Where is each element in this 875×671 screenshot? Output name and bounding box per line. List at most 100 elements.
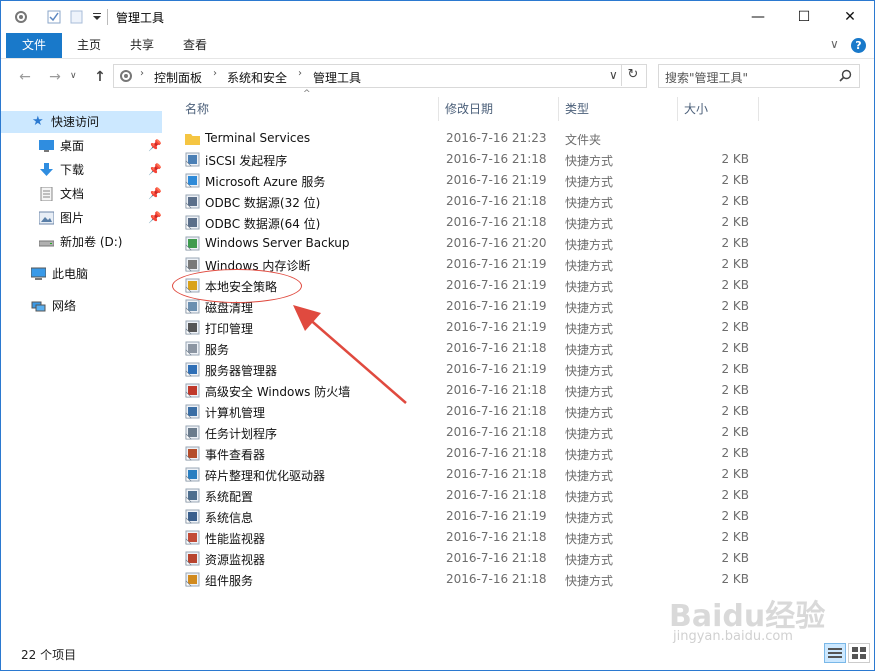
column-header-date[interactable]: 修改日期 (445, 97, 493, 121)
search-input[interactable]: 搜索"管理工具" (658, 64, 860, 88)
tab-share[interactable]: 共享 (122, 33, 162, 58)
back-icon[interactable]: ← (15, 68, 35, 86)
close-button[interactable]: ✕ (827, 1, 873, 33)
file-type: 快捷方式 (565, 238, 614, 252)
table-row[interactable]: 事件查看器 2016-7-16 21:18 快捷方式 2 KB (180, 443, 761, 464)
pin-icon[interactable]: 📌 (148, 159, 162, 181)
file-size: 2 KB (721, 467, 749, 481)
file-date: 2016-7-16 21:19 (446, 320, 547, 334)
nav-network[interactable]: 网络 (1, 295, 162, 317)
table-row[interactable]: Terminal Services 2016-7-16 21:23 文件夹 (180, 128, 761, 149)
pin-icon[interactable]: 📌 (148, 207, 162, 229)
file-type: 快捷方式 (565, 196, 614, 210)
help-icon[interactable]: ? (851, 38, 866, 53)
table-row[interactable]: 碎片整理和优化驱动器 2016-7-16 21:18 快捷方式 2 KB (180, 464, 761, 485)
file-type: 快捷方式 (565, 322, 614, 336)
file-name: 打印管理 (205, 322, 254, 336)
qat-dropdown-icon[interactable] (89, 9, 105, 25)
table-row[interactable]: ODBC 数据源(32 位) 2016-7-16 21:18 快捷方式 2 KB (180, 191, 761, 212)
column-header-size[interactable]: 大小 (684, 97, 708, 121)
large-icons-view-button[interactable] (848, 643, 870, 663)
file-size: 2 KB (721, 173, 749, 187)
breadcrumb-separator[interactable]: › (298, 68, 302, 79)
file-type: 快捷方式 (565, 469, 614, 483)
file-size: 2 KB (721, 257, 749, 271)
table-row[interactable]: 高级安全 Windows 防火墙 2016-7-16 21:18 快捷方式 2 KB (180, 380, 761, 401)
table-row[interactable]: 计算机管理 2016-7-16 21:18 快捷方式 2 KB (180, 401, 761, 422)
file-size: 2 KB (721, 572, 749, 586)
forward-icon[interactable]: → (45, 68, 65, 86)
table-row[interactable]: 打印管理 2016-7-16 21:19 快捷方式 2 KB (180, 317, 761, 338)
pin-icon[interactable]: 📌 (148, 183, 162, 205)
maximize-button[interactable]: ☐ (781, 1, 827, 33)
column-divider[interactable] (677, 97, 678, 121)
table-row[interactable]: 系统配置 2016-7-16 21:18 快捷方式 2 KB (180, 485, 761, 506)
file-size: 2 KB (721, 383, 749, 397)
tab-file[interactable]: 文件 (6, 33, 62, 58)
table-row[interactable]: 服务器管理器 2016-7-16 21:19 快捷方式 2 KB (180, 359, 761, 380)
file-date: 2016-7-16 21:19 (446, 278, 547, 292)
task-scheduler-icon (185, 425, 200, 440)
item-count: 22 个项目 (21, 648, 77, 662)
up-icon[interactable]: ↑ (90, 68, 110, 86)
nav-item-drive-d[interactable]: 新加卷 (D:) (1, 231, 162, 253)
minimize-button[interactable]: — (735, 1, 781, 33)
recent-dropdown-icon[interactable]: ∨ (70, 71, 77, 81)
nav-item-downloads[interactable]: 下载 📌 (1, 159, 162, 181)
nav-this-pc[interactable]: 此电脑 (1, 263, 162, 285)
file-type: 快捷方式 (565, 364, 614, 378)
breadcrumb-admin-tools[interactable]: 管理工具 (313, 69, 361, 86)
table-row[interactable]: 组件服务 2016-7-16 21:18 快捷方式 2 KB (180, 569, 761, 590)
column-header-name[interactable]: 名称 (185, 97, 209, 121)
file-date: 2016-7-16 21:19 (446, 173, 547, 187)
table-row[interactable]: 服务 2016-7-16 21:18 快捷方式 2 KB (180, 338, 761, 359)
file-type: 快捷方式 (565, 532, 614, 546)
details-view-button[interactable] (824, 643, 846, 663)
refresh-button[interactable]: ↻ (621, 64, 644, 86)
nav-quick-access[interactable]: ★ 快速访问 (1, 111, 162, 133)
search-icon[interactable] (839, 69, 852, 82)
table-row[interactable]: Microsoft Azure 服务 2016-7-16 21:19 快捷方式 2 K… (180, 170, 761, 191)
nav-item-label: 图片 (60, 211, 85, 225)
nav-item-pictures[interactable]: 图片 📌 (1, 207, 162, 229)
table-row[interactable]: 资源监视器 2016-7-16 21:18 快捷方式 2 KB (180, 548, 761, 569)
file-date: 2016-7-16 21:18 (446, 446, 547, 460)
new-folder-icon[interactable] (69, 9, 85, 25)
file-type: 快捷方式 (565, 217, 614, 231)
column-divider[interactable] (758, 97, 759, 121)
file-date: 2016-7-16 21:19 (446, 299, 547, 313)
table-row[interactable]: iSCSI 发起程序 2016-7-16 21:18 快捷方式 2 KB (180, 149, 761, 170)
checkbox-icon[interactable] (46, 9, 62, 25)
file-type: 快捷方式 (565, 259, 614, 273)
file-size: 2 KB (721, 152, 749, 166)
table-row[interactable]: ODBC 数据源(64 位) 2016-7-16 21:18 快捷方式 2 KB (180, 212, 761, 233)
system-info-icon (185, 509, 200, 524)
system-config-icon (185, 488, 200, 503)
pin-icon[interactable]: 📌 (148, 135, 162, 157)
column-divider[interactable] (438, 97, 439, 121)
tab-view[interactable]: 查看 (175, 33, 215, 58)
annotation-arrow-icon (293, 305, 407, 404)
nav-item-documents[interactable]: 文档 📌 (1, 183, 162, 205)
properties-icon[interactable] (13, 9, 29, 25)
print-icon (185, 320, 200, 335)
computer-icon (31, 267, 46, 280)
tab-home[interactable]: 主页 (69, 33, 109, 58)
breadcrumb-separator[interactable]: › (213, 68, 217, 79)
column-divider[interactable] (558, 97, 559, 121)
table-row[interactable]: 性能监视器 2016-7-16 21:18 快捷方式 2 KB (180, 527, 761, 548)
table-row[interactable]: 系统信息 2016-7-16 21:19 快捷方式 2 KB (180, 506, 761, 527)
column-header-type[interactable]: 类型 (565, 97, 589, 121)
file-size: 2 KB (721, 509, 749, 523)
address-bar[interactable]: › 控制面板 › 系统和安全 › 管理工具 ∨ (113, 64, 647, 88)
file-name: 系统配置 (205, 490, 254, 504)
breadcrumb-control-panel[interactable]: 控制面板 (154, 69, 202, 86)
sort-indicator-icon: ^ (303, 89, 311, 99)
file-name: 任务计划程序 (205, 427, 278, 441)
breadcrumb-system-security[interactable]: 系统和安全 (227, 69, 287, 86)
table-row[interactable]: 任务计划程序 2016-7-16 21:18 快捷方式 2 KB (180, 422, 761, 443)
nav-item-desktop[interactable]: 桌面 📌 (1, 135, 162, 157)
table-row[interactable]: Windows Server Backup 2016-7-16 21:20 快捷方式… (180, 233, 761, 254)
ribbon-expand-icon[interactable]: ∨ (830, 37, 839, 51)
address-dropdown-icon[interactable]: ∨ (609, 68, 618, 82)
